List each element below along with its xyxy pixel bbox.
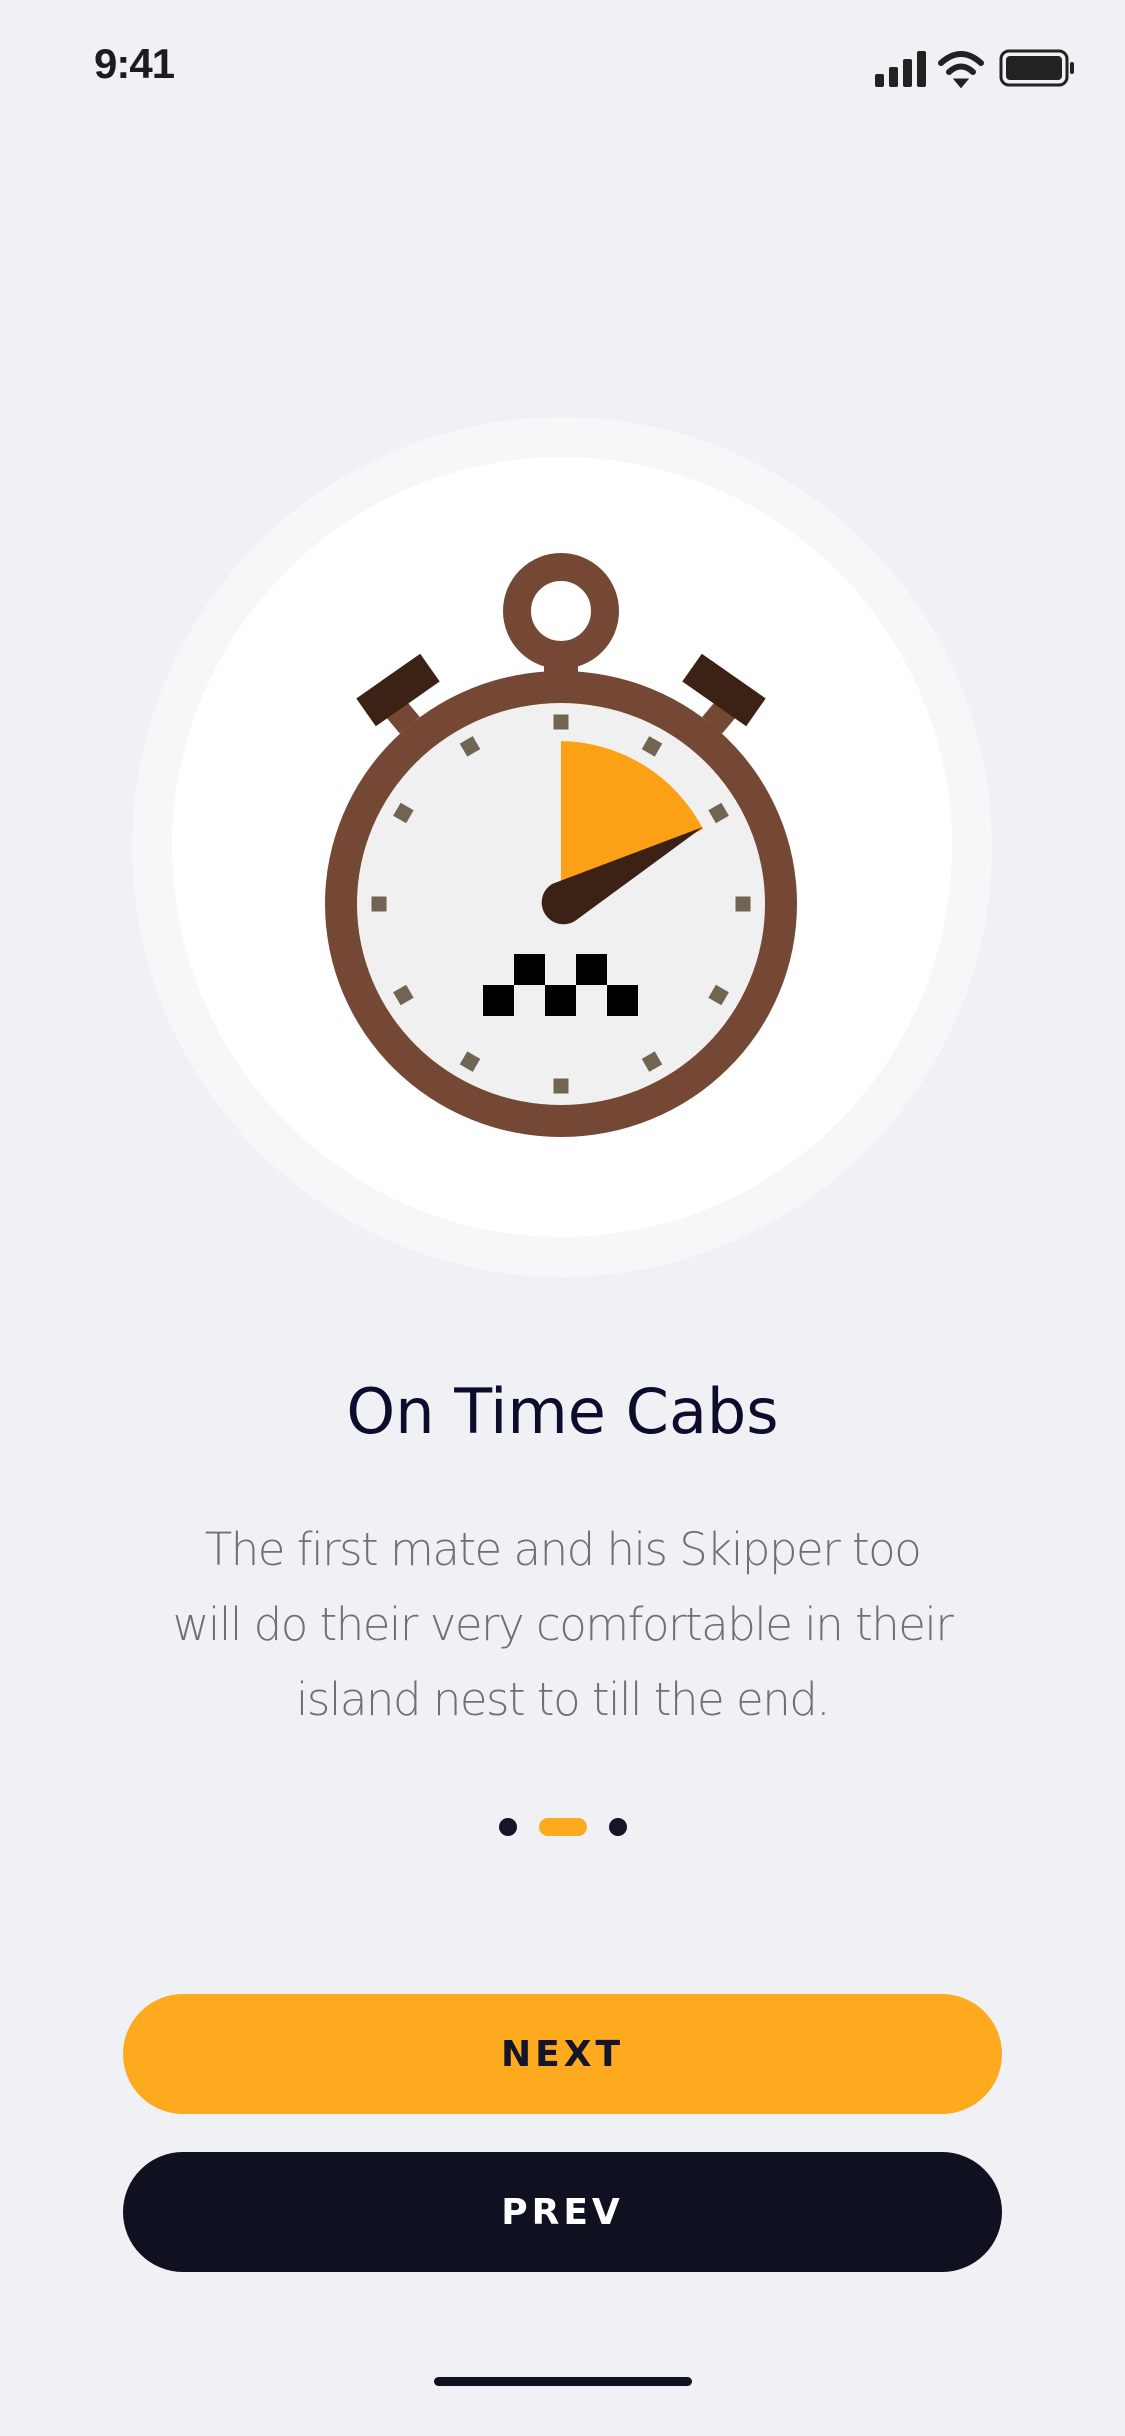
onboarding-title: On Time Cabs: [346, 1375, 779, 1448]
page-dot-3[interactable]: [608, 1818, 627, 1836]
description-line: will do their very comfortable in their: [172, 1598, 954, 1651]
description-line: island nest to till the end.: [295, 1673, 831, 1726]
page-dot-2-active[interactable]: [538, 1818, 587, 1836]
next-button[interactable]: NEXT: [123, 1994, 1002, 2114]
tick-mark: [371, 896, 387, 912]
home-indicator[interactable]: [434, 2377, 692, 2386]
onboarding-description: The first mate and his Skipper too will …: [140, 1512, 985, 1737]
tick-mark: [553, 714, 569, 730]
prev-button[interactable]: PREV: [123, 2152, 1002, 2272]
page-dot-1[interactable]: [498, 1818, 517, 1836]
page-indicator: [0, 1818, 1125, 1836]
illustration: [132, 417, 992, 1277]
tick-mark: [735, 896, 751, 912]
description-line: The first mate and his Skipper too: [204, 1523, 922, 1576]
tick-mark: [553, 1078, 569, 1094]
